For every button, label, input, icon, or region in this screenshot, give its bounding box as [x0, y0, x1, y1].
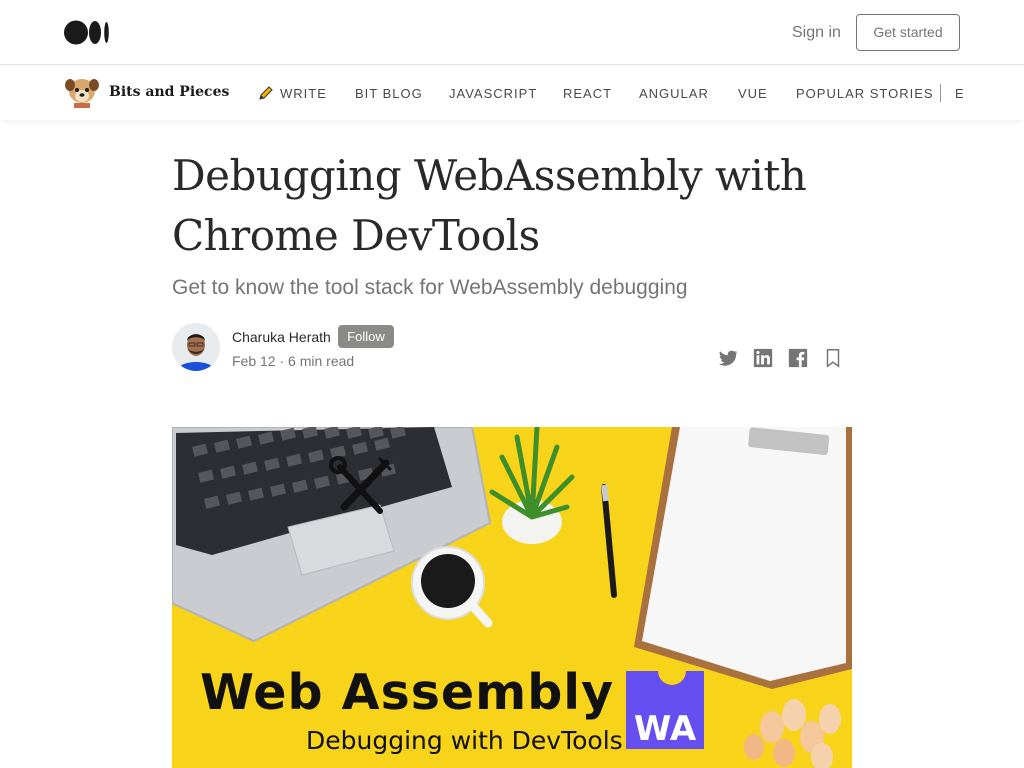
nav-angular[interactable]: ANGULAR — [639, 86, 709, 101]
publish-date: Feb 12 — [232, 353, 276, 369]
hero-heading: Web Assembly — [200, 664, 614, 721]
clipboard-icon — [634, 427, 852, 689]
nav-react[interactable]: REACT — [563, 86, 612, 101]
wa-badge-text: WA — [634, 709, 697, 749]
nav-vue[interactable]: VUE — [738, 86, 768, 101]
top-bar: Sign in Get started — [0, 0, 1024, 65]
twitter-icon[interactable] — [717, 347, 739, 369]
author-photo-icon — [172, 323, 220, 371]
nav-divider — [940, 84, 941, 102]
get-started-button[interactable]: Get started — [856, 14, 960, 51]
nav-javascript[interactable]: JAVASCRIPT — [449, 86, 537, 101]
medium-logo-icon[interactable] — [64, 20, 110, 45]
nav-bit-blog[interactable]: BIT BLOG — [355, 86, 423, 101]
hero-illustration: WA Web Assembly Debugging with DevTools — [172, 427, 852, 768]
pencil-icon — [259, 86, 273, 100]
author-avatar[interactable] — [172, 323, 220, 371]
nav-popular-stories[interactable]: POPULAR STORIES — [796, 86, 934, 101]
publication-name[interactable]: Bits and Pieces — [109, 84, 229, 100]
read-time: 6 min read — [288, 353, 355, 369]
publication-bar: Bits and Pieces WRITE BIT BLOG JAVASCRIP… — [0, 66, 1024, 120]
sign-in-link[interactable]: Sign in — [792, 24, 841, 42]
author-name[interactable]: Charuka Herath — [232, 329, 331, 345]
article-meta: Feb 12 · 6 min read — [232, 353, 354, 369]
title-line-1: Debugging WebAssembly with — [172, 151, 807, 200]
nav-write[interactable]: WRITE — [280, 86, 327, 101]
facebook-icon[interactable] — [787, 347, 809, 369]
meta-separator: · — [279, 353, 285, 369]
article-subtitle: Get to know the tool stack for WebAssemb… — [172, 276, 688, 299]
article-title: Debugging WebAssembly with Chrome DevToo… — [172, 146, 852, 266]
follow-button[interactable]: Follow — [338, 325, 394, 348]
linkedin-icon[interactable] — [752, 347, 774, 369]
nav-more-clipped[interactable]: E — [955, 86, 963, 101]
hero-subheading: Debugging with DevTools — [306, 726, 623, 755]
title-line-2: Chrome DevTools — [172, 211, 540, 260]
bits-and-pieces-logo-icon[interactable] — [64, 77, 100, 109]
bookmark-icon[interactable] — [822, 347, 844, 369]
hero-image: WA Web Assembly Debugging with DevTools — [172, 427, 852, 768]
